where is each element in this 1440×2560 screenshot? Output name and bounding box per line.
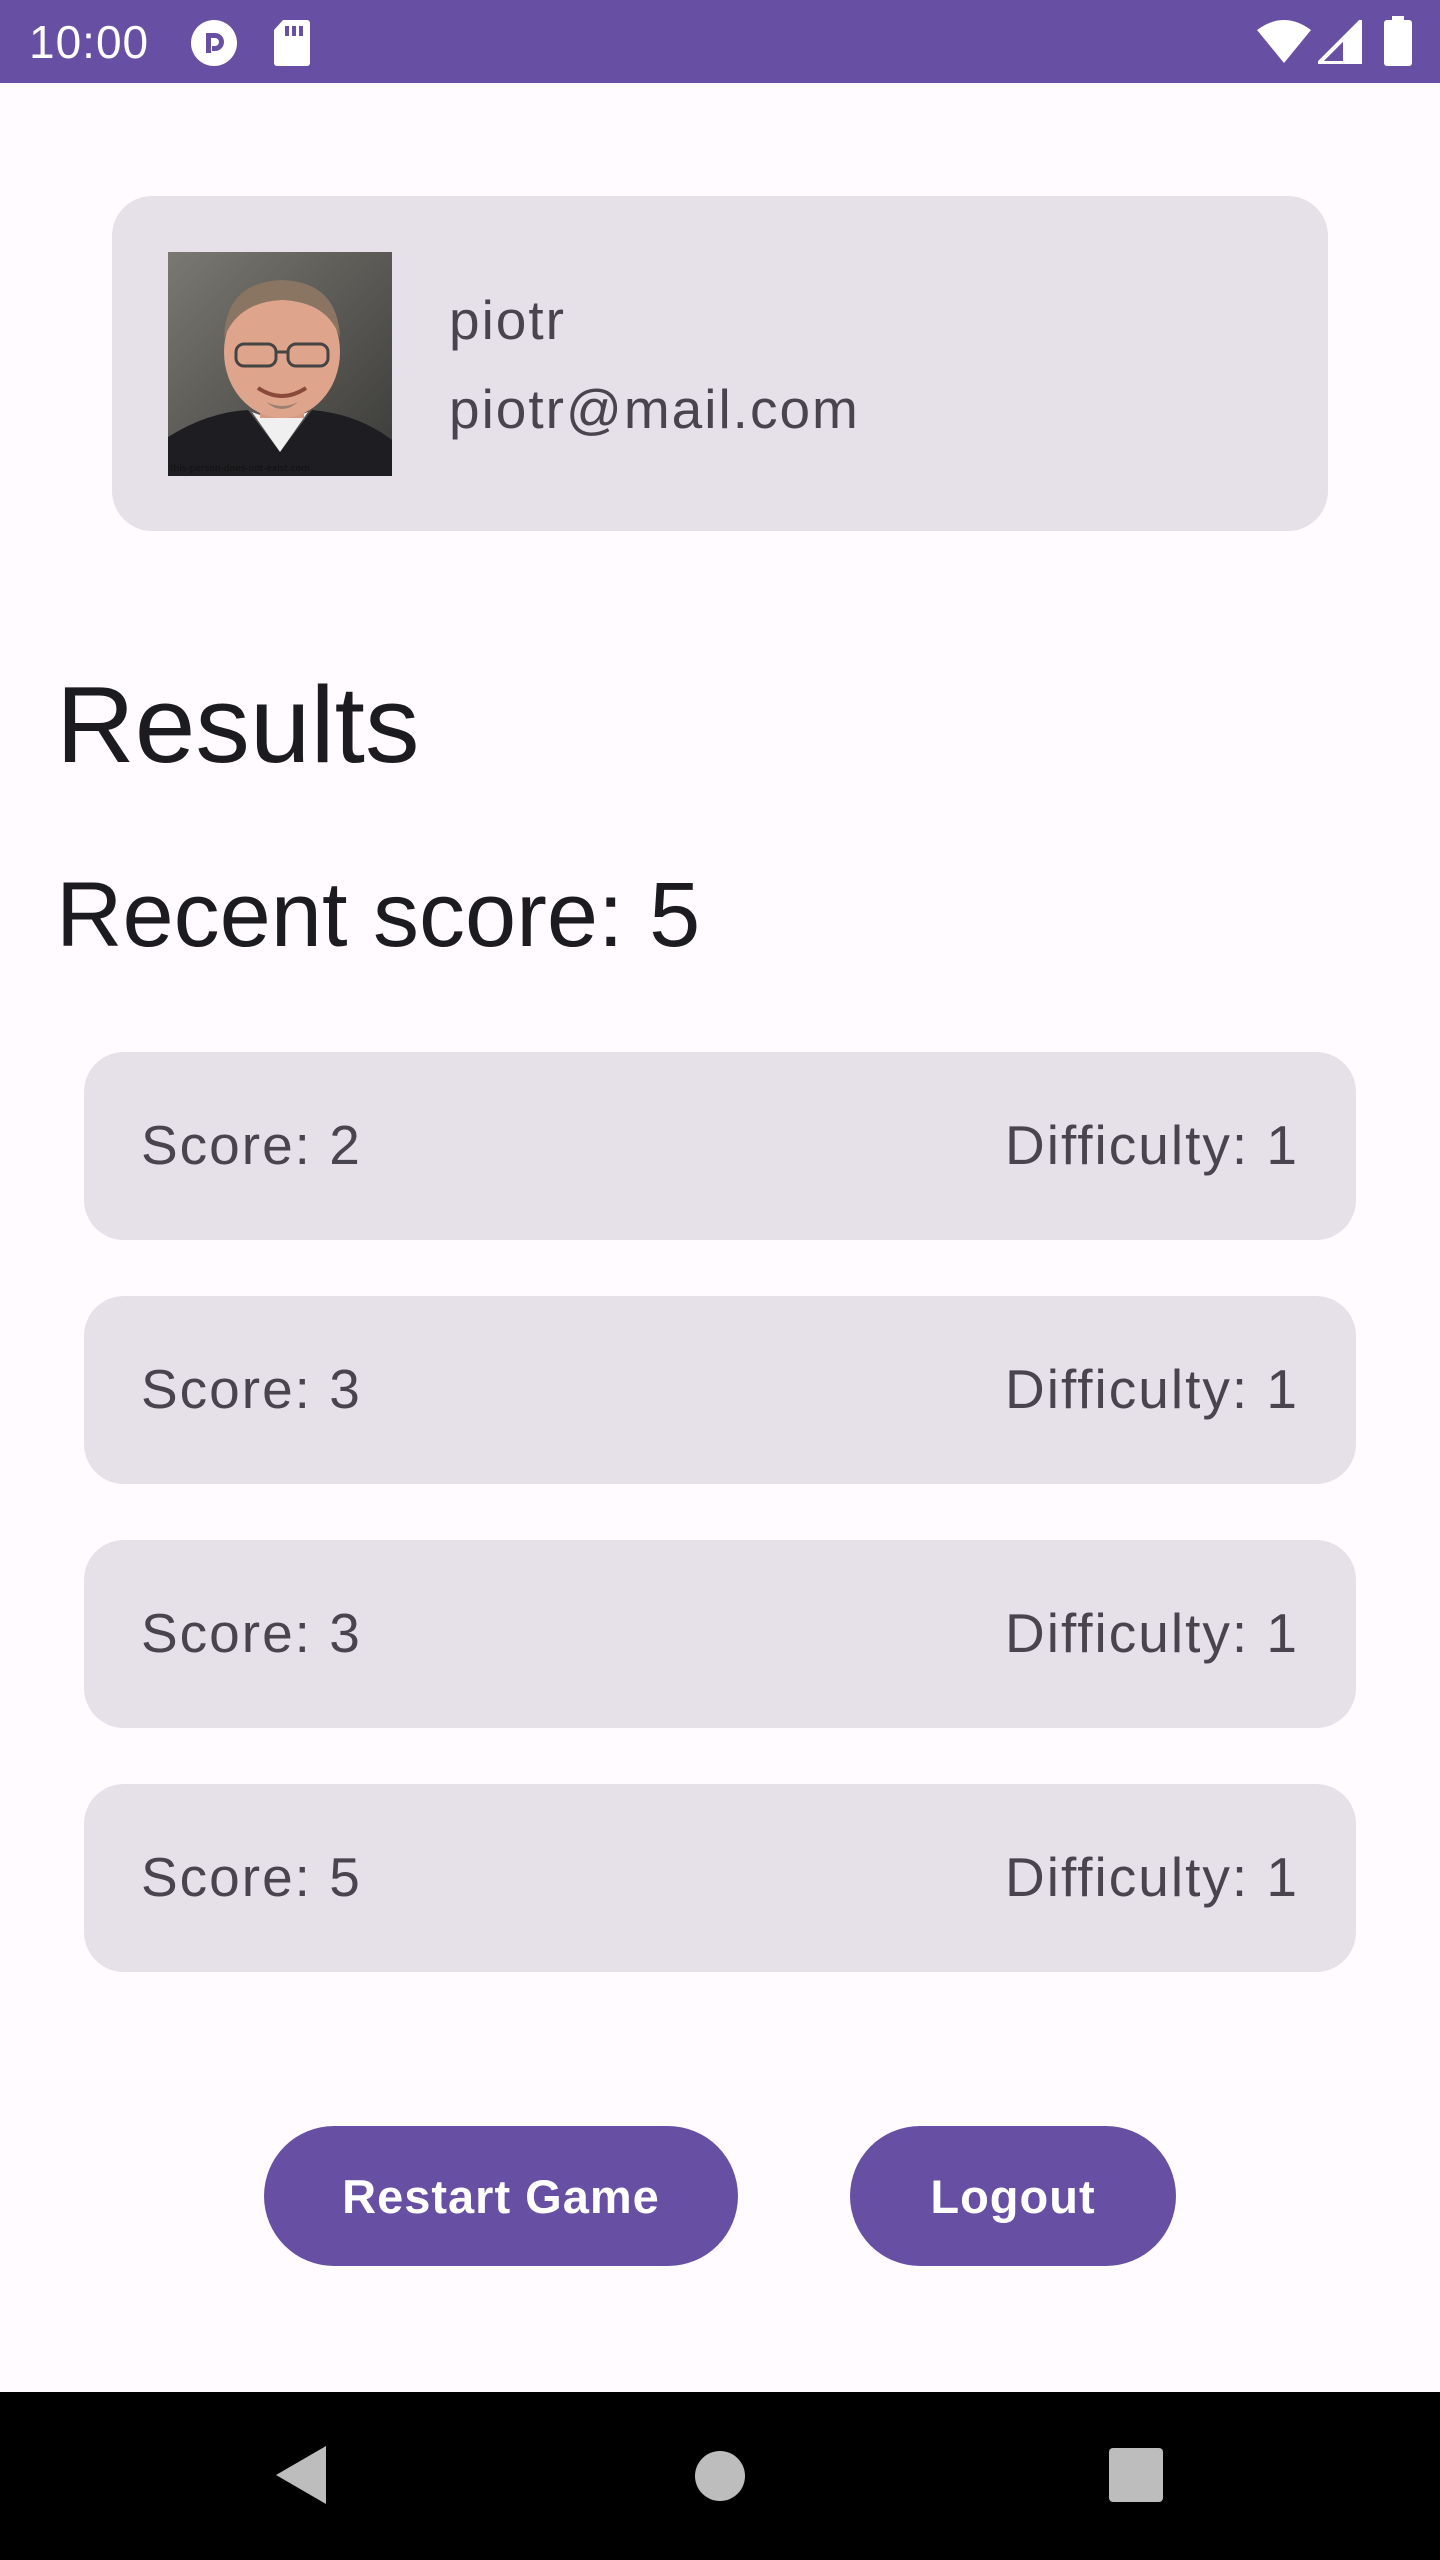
row-difficulty: Difficulty: 1 — [1005, 1358, 1299, 1420]
pocket-casts-icon — [191, 20, 237, 66]
result-row: Score: 5 Difficulty: 1 — [84, 1784, 1356, 1972]
row-difficulty: Difficulty: 1 — [1005, 1846, 1299, 1908]
status-bar: 10:00 — [0, 0, 1440, 83]
page-title: Results — [56, 664, 420, 786]
recents-icon[interactable] — [1109, 2448, 1163, 2502]
result-row: Score: 3 Difficulty: 1 — [84, 1296, 1356, 1484]
avatar: this-person-does-not-exist.com — [168, 252, 392, 476]
row-score: Score: 5 — [141, 1846, 362, 1908]
battery-icon — [1384, 16, 1412, 66]
navigation-bar — [0, 2392, 1440, 2560]
home-icon[interactable] — [694, 2450, 746, 2502]
results-screen: 10:00 this-person-does-not-exist.com pio… — [0, 0, 1440, 2560]
avatar-photo — [168, 252, 392, 476]
sd-card-icon — [274, 20, 310, 66]
row-difficulty: Difficulty: 1 — [1005, 1602, 1299, 1664]
profile-email: piotr@mail.com — [449, 378, 860, 440]
row-score: Score: 2 — [141, 1114, 362, 1176]
back-icon[interactable] — [272, 2442, 332, 2508]
result-row: Score: 3 Difficulty: 1 — [84, 1540, 1356, 1728]
profile-card: this-person-does-not-exist.com piotr pio… — [112, 196, 1328, 531]
status-time: 10:00 — [29, 16, 150, 68]
recent-score: Recent score: 5 — [56, 864, 701, 966]
profile-name: piotr — [449, 289, 566, 351]
logout-button[interactable]: Logout — [850, 2126, 1176, 2266]
cell-signal-icon — [1318, 20, 1362, 64]
row-score: Score: 3 — [141, 1358, 362, 1420]
wifi-icon — [1257, 20, 1311, 63]
result-row: Score: 2 Difficulty: 1 — [84, 1052, 1356, 1240]
row-difficulty: Difficulty: 1 — [1005, 1114, 1299, 1176]
row-score: Score: 3 — [141, 1602, 362, 1664]
restart-game-button[interactable]: Restart Game — [264, 2126, 738, 2266]
avatar-caption: this-person-does-not-exist.com — [170, 464, 310, 474]
